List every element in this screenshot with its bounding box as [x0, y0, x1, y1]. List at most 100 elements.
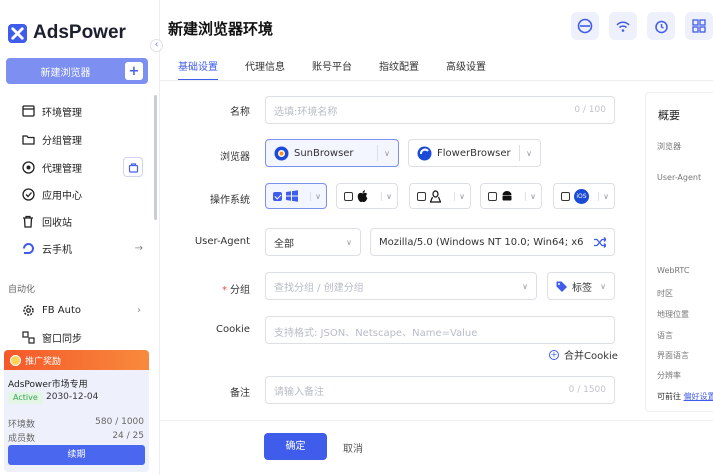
new-browser-button[interactable]: 新建浏览器 +	[6, 58, 148, 84]
tab-account[interactable]: 账号平台	[312, 58, 352, 81]
tabs-divider	[160, 80, 713, 81]
separator	[519, 145, 521, 161]
name-placeholder: 选填:环境名称	[274, 106, 338, 118]
chevron-down-icon[interactable]: ∨	[384, 149, 390, 158]
promo-title: AdsPower市场专用	[8, 380, 88, 390]
summary-panel: 概要 浏览器 User-Agent WebRTC 时区 地理位置 语言 界面语言…	[645, 92, 713, 412]
chevron-down-icon: ∨	[600, 281, 606, 291]
window-icon	[21, 104, 35, 118]
group-placeholder: 查找分组 / 创建分组	[274, 282, 364, 294]
tab-proxy[interactable]: 代理信息	[245, 58, 285, 81]
tag-select[interactable]: 标签 ∨	[547, 272, 615, 300]
plus-icon[interactable]: +	[125, 62, 143, 80]
chevron-down-icon[interactable]: ∨	[598, 191, 609, 201]
tab-advanced[interactable]: 高级设置	[446, 58, 486, 81]
timer-icon[interactable]	[647, 12, 675, 40]
cloud-phone-icon	[21, 241, 35, 255]
ua-label: User-Agent	[194, 236, 250, 247]
ua-mode-value: 全部	[274, 238, 294, 250]
sidebar-item-label: 云手机	[42, 244, 72, 256]
os-option-linux[interactable]: ∨	[409, 183, 471, 209]
cookie-field[interactable]: 支持格式: JSON、Netscape、Name=Value	[265, 316, 615, 344]
chevron-down-icon[interactable]: ∨	[525, 191, 536, 201]
note-counter: 0 / 1500	[568, 385, 606, 395]
chevron-down-icon[interactable]: ∨	[454, 191, 465, 201]
checkbox[interactable]	[273, 191, 282, 201]
os-option-windows[interactable]: ∨	[265, 183, 327, 209]
main-panel: 新建浏览器环境 基础设置 代理信息 账号平台 指纹配置 高级设置 名称 选填:环…	[160, 0, 713, 475]
renew-button[interactable]: 续期	[8, 445, 145, 465]
browser-name: FlowerBrowser	[437, 147, 511, 159]
os-label: 操作系统	[210, 195, 250, 206]
env-count-value: 580 / 1000	[95, 417, 144, 427]
chevron-down-icon[interactable]: ∨	[310, 191, 321, 201]
chevron-down-icon[interactable]: ∨	[381, 191, 392, 201]
browser-label: 浏览器	[220, 152, 250, 163]
arrow-right-icon: →	[134, 242, 143, 254]
name-field[interactable]: 选填:环境名称 0 / 100	[265, 96, 615, 124]
chevron-down-icon: ∨	[522, 281, 528, 291]
sidebar-item-env[interactable]: 环境管理	[21, 101, 82, 121]
name-counter: 0 / 100	[574, 105, 606, 115]
sidebar-item-apps[interactable]: 应用中心	[21, 184, 82, 204]
android-icon	[502, 191, 512, 201]
summary-item: User-Agent	[657, 173, 702, 182]
apple-icon	[357, 189, 368, 202]
wifi-icon[interactable]	[609, 12, 637, 40]
network-icon[interactable]	[571, 12, 599, 40]
cancel-button[interactable]: 取消	[343, 440, 363, 455]
group-label-text: 分组	[230, 285, 250, 296]
ua-field[interactable]: Mozilla/5.0 (Windows NT 10.0; Win64; x6.…	[370, 228, 615, 256]
chevron-left-icon[interactable]: ‹	[150, 39, 163, 52]
sidebar-item-trash[interactable]: 回收站	[21, 211, 72, 231]
tab-basic[interactable]: 基础设置	[178, 58, 218, 81]
promo-header[interactable]: 推广奖励	[4, 350, 149, 370]
sidebar-item-proxy[interactable]: 代理管理	[21, 157, 82, 177]
os-option-android[interactable]: ∨	[480, 183, 542, 209]
new-browser-label: 新建浏览器	[40, 67, 91, 79]
promo-date: 2030-12-04	[46, 392, 99, 402]
sidebar-item-fb-auto[interactable]: FB Auto ›	[21, 300, 141, 320]
summary-item: 界面语言	[657, 351, 689, 360]
sidebar-item-sync[interactable]: 窗口同步	[21, 327, 82, 347]
footer-bar	[160, 420, 713, 475]
sunbrowser-icon	[274, 146, 289, 160]
os-option-mac[interactable]: ∨	[336, 183, 398, 209]
ua-mode-select[interactable]: 全部 ∨	[265, 228, 361, 256]
promo-panel: 推广奖励 AdsPower市场专用 Active 2030-12-04 环境数 …	[4, 350, 149, 472]
chevron-down-icon: ∨	[346, 237, 352, 247]
sidebar-scrollbar[interactable]	[154, 95, 157, 220]
browser-select-flower[interactable]: FlowerBrowser ∨	[408, 139, 541, 167]
checkbox[interactable]	[561, 191, 570, 201]
chevron-down-icon[interactable]: ∨	[526, 149, 532, 158]
summary-title: 概要	[658, 109, 680, 122]
summary-item: 语言	[657, 331, 673, 340]
bag-icon[interactable]	[123, 157, 143, 177]
shuffle-icon[interactable]	[594, 236, 606, 248]
name-label: 名称	[230, 107, 250, 118]
group-label: * 分组	[160, 281, 250, 296]
section-automation: 自动化	[8, 285, 36, 295]
confirm-button[interactable]: 确定	[264, 433, 327, 460]
note-field[interactable]: 请输入备注 0 / 1500	[265, 376, 615, 404]
gear-icon	[21, 303, 35, 317]
browser-select-sun[interactable]: SunBrowser ∨	[265, 139, 399, 167]
grid-icon[interactable]	[685, 12, 713, 40]
sidebar-item-group[interactable]: 分组管理	[21, 129, 82, 149]
merge-cookie-button[interactable]: + 合并Cookie	[549, 347, 618, 362]
tab-fingerprint[interactable]: 指纹配置	[379, 58, 419, 81]
sidebar-item-cloud-phone[interactable]: 云手机 →	[21, 238, 143, 258]
preferences-link[interactable]: 偏好设置	[684, 392, 713, 401]
ios-icon: iOS	[574, 188, 589, 204]
browser-name: SunBrowser	[294, 147, 354, 159]
group-select[interactable]: 查找分组 / 创建分组 ∨	[265, 272, 537, 300]
app-logo[interactable]: AdsPower	[8, 22, 126, 44]
checkbox[interactable]	[488, 191, 497, 201]
checkbox[interactable]	[344, 191, 353, 201]
promo-header-label: 推广奖励	[25, 356, 62, 367]
os-option-ios[interactable]: iOS ∨	[553, 183, 615, 209]
checkbox[interactable]	[417, 191, 426, 201]
sidebar-item-label: 分组管理	[42, 135, 82, 147]
page-title: 新建浏览器环境	[168, 20, 274, 38]
sidebar-item-label: 代理管理	[42, 163, 82, 175]
